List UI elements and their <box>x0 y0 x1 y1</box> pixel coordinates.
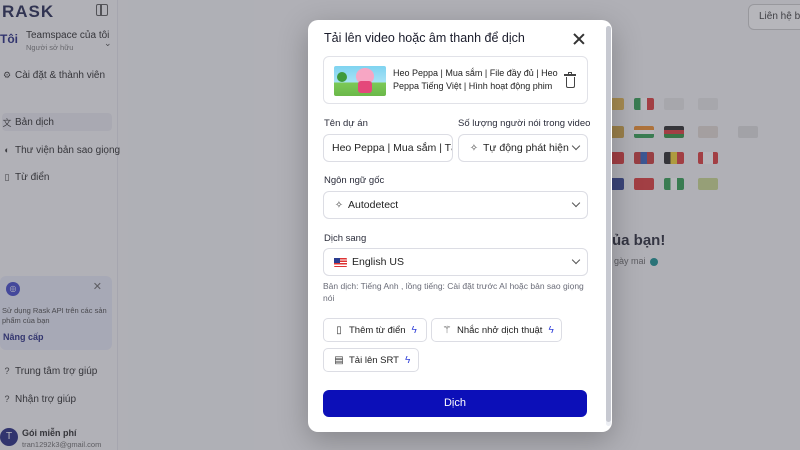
video-card: Heo Peppa | Mua sắm | File đầy đủ | Heo … <box>323 56 588 104</box>
sparkle-icon: ✧ <box>469 142 479 154</box>
close-icon[interactable] <box>572 32 586 46</box>
video-thumbnail <box>334 66 386 96</box>
project-name-label: Tên dự án <box>324 118 368 129</box>
lightning-icon: ϟ <box>411 324 417 336</box>
speakers-label: Số lượng người nói trong video <box>458 118 591 129</box>
file-icon: ▤ <box>334 354 344 366</box>
book-icon: ▯ <box>336 324 342 336</box>
translation-hint: Bản dịch: Tiếng Anh , lồng tiếng: Cài đặ… <box>323 281 584 303</box>
magic-wand-icon: ⚚ <box>442 324 452 336</box>
target-language-label: Dịch sang <box>324 233 367 244</box>
chevron-down-icon <box>571 255 581 265</box>
add-dictionary-label: Thêm từ điển <box>349 324 406 336</box>
upload-dialog: Tải lên video hoặc âm thanh để dịch Heo … <box>308 20 612 432</box>
us-flag-icon <box>334 257 347 267</box>
project-name-value: Heo Peppa | Mua sắm | Tập <box>332 142 453 154</box>
scrollbar-thumb[interactable] <box>606 26 611 422</box>
project-name-input[interactable]: Heo Peppa | Mua sắm | Tập <box>323 134 453 162</box>
sparkle-icon: ✧ <box>334 199 344 211</box>
target-language-value: English US <box>352 256 404 268</box>
translate-button[interactable]: Dịch <box>323 390 587 417</box>
lightning-icon: ϟ <box>404 354 411 366</box>
add-dictionary-button[interactable]: ▯ Thêm từ điển ϟ <box>323 318 427 342</box>
trash-icon[interactable] <box>564 72 576 88</box>
speakers-value: Tự động phát hiện <box>483 142 569 154</box>
target-language-select[interactable]: English US <box>323 248 588 276</box>
modal-scrollbar[interactable] <box>606 26 611 426</box>
dialog-title: Tải lên video hoặc âm thanh để dịch <box>324 31 525 45</box>
upload-srt-label: Tải lên SRT <box>349 354 399 366</box>
translation-reminder-label: Nhắc nhở dịch thuật <box>457 324 543 336</box>
upload-srt-button[interactable]: ▤ Tải lên SRT ϟ <box>323 348 419 372</box>
chevron-down-icon <box>571 141 581 151</box>
source-language-select[interactable]: ✧ Autodetect <box>323 191 588 219</box>
video-title: Heo Peppa | Mua sắm | File đầy đủ | Heo … <box>393 68 558 91</box>
speakers-select[interactable]: ✧ Tự động phát hiện <box>458 134 588 162</box>
source-language-label: Ngôn ngữ gốc <box>324 175 385 186</box>
source-language-value: Autodetect <box>348 199 399 211</box>
lightning-icon: ϟ <box>548 324 554 336</box>
translation-reminder-button[interactable]: ⚚ Nhắc nhở dịch thuật ϟ <box>431 318 562 342</box>
chevron-down-icon <box>571 198 581 208</box>
